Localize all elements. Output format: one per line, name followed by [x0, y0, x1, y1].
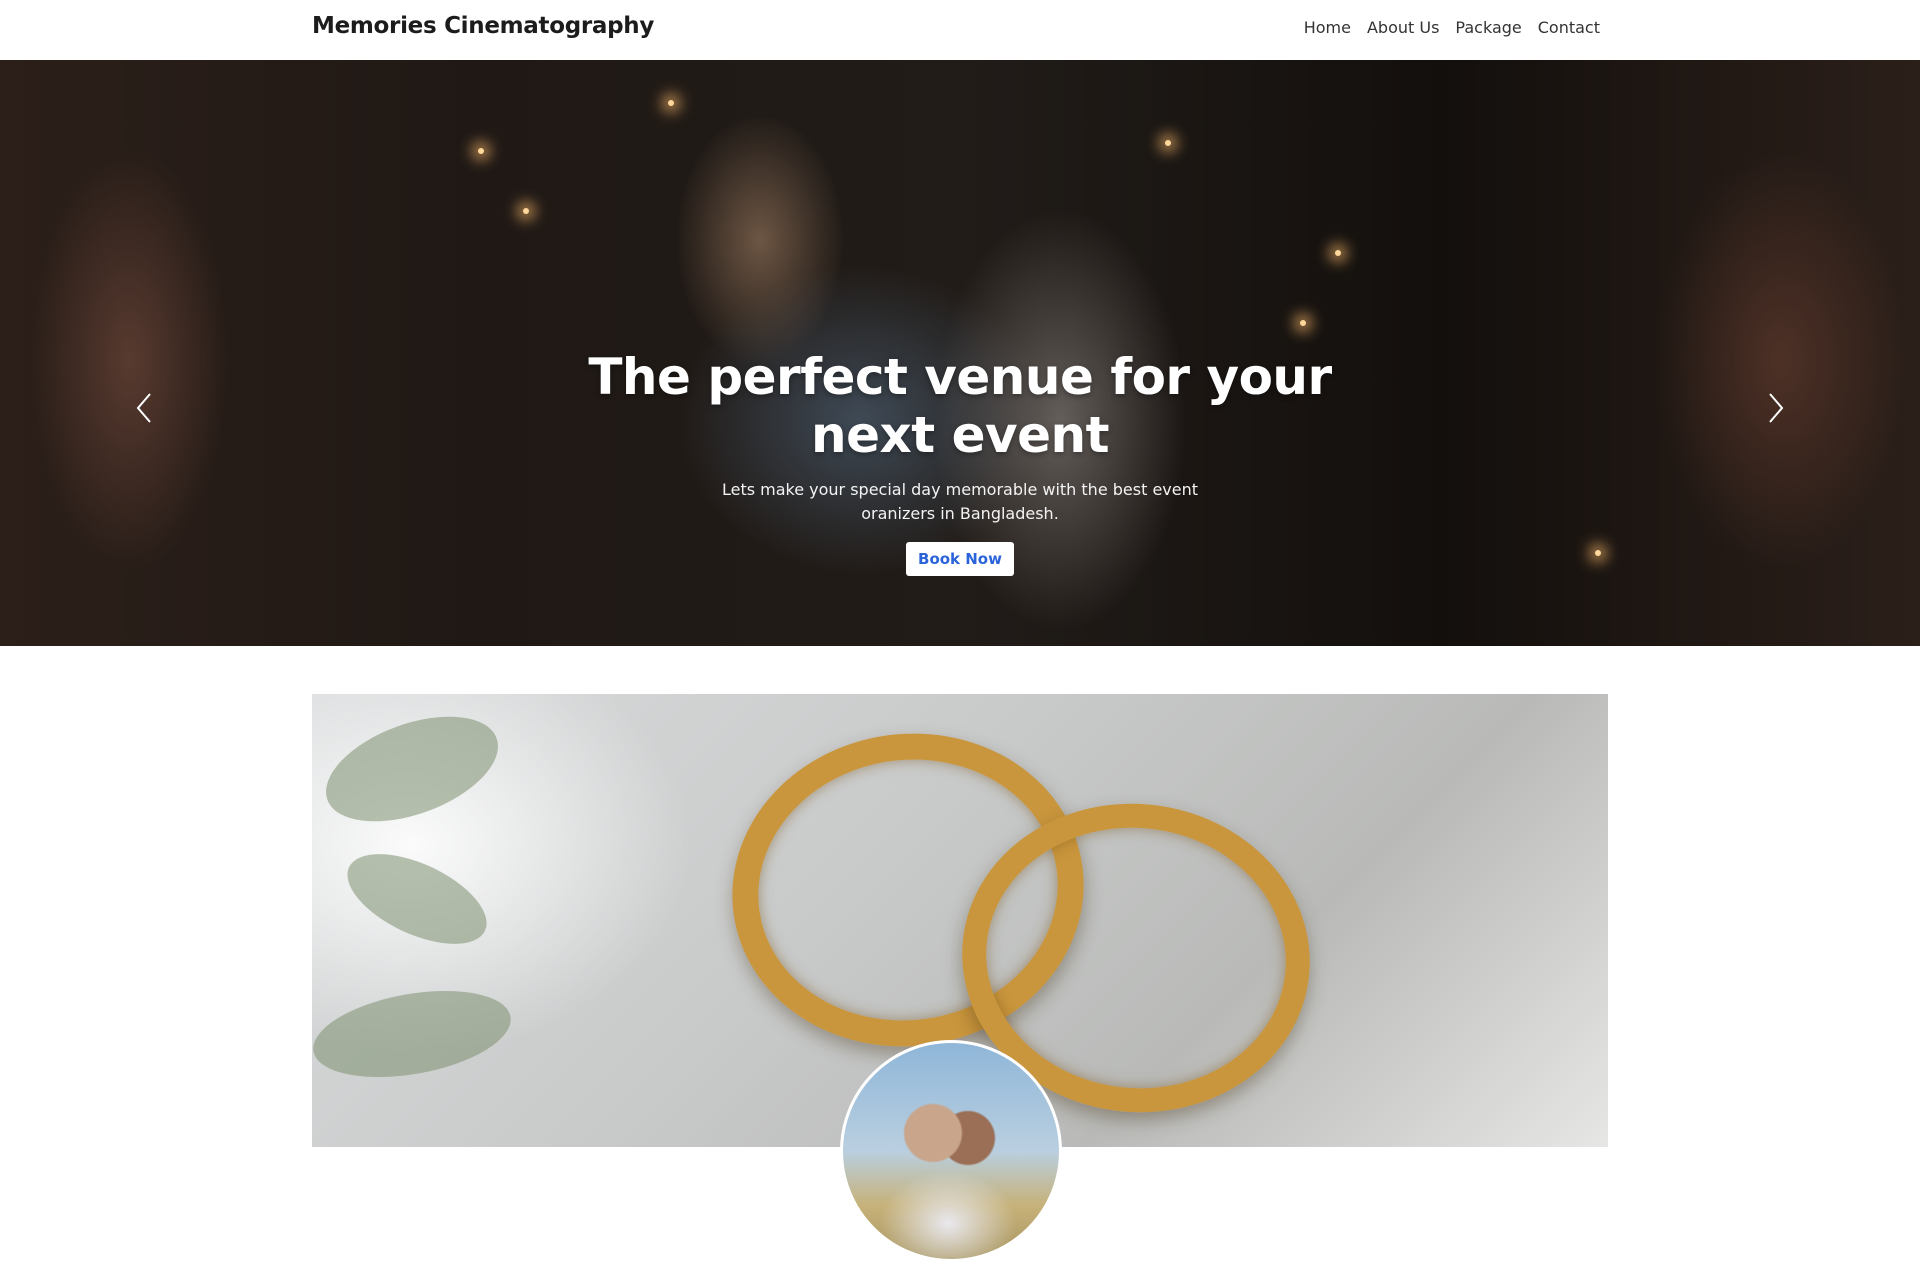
chevron-left-icon [136, 393, 151, 423]
leaf-decoration [334, 835, 500, 963]
hero-carousel: The perfect venue for your next event Le… [0, 60, 1920, 646]
sparkle-decoration [1335, 250, 1341, 256]
book-now-button[interactable]: Book Now [906, 542, 1014, 576]
sparkle-decoration [668, 100, 674, 106]
brand-logo[interactable]: Memories Cinematography [312, 13, 654, 39]
nav-link-contact[interactable]: Contact [1538, 18, 1600, 37]
carousel-next-button[interactable] [1756, 378, 1796, 438]
nav-link-package[interactable]: Package [1455, 18, 1521, 37]
nav-link-home[interactable]: Home [1304, 18, 1351, 37]
sparkle-decoration [1595, 550, 1601, 556]
sparkle-decoration [478, 148, 484, 154]
sparkle-decoration [1165, 140, 1171, 146]
couple-avatar-image [840, 1040, 1062, 1262]
leaf-decoration [312, 977, 518, 1091]
carousel-prev-button[interactable] [124, 378, 164, 438]
navbar: Memories Cinematography Home About Us Pa… [0, 0, 1920, 60]
hero-title-line2: next event [811, 406, 1109, 464]
hero-title-line1: The perfect venue for your [588, 348, 1332, 406]
leaf-decoration [312, 695, 512, 843]
sparkle-decoration [523, 208, 529, 214]
hero-title: The perfect venue for your next event [560, 348, 1360, 464]
sparkle-decoration [1300, 320, 1306, 326]
nav-links: Home About Us Package Contact [1304, 18, 1600, 37]
hero-caption: The perfect venue for your next event Le… [560, 348, 1360, 576]
hero-subtitle: Lets make your special day memorable wit… [721, 480, 1199, 523]
chevron-right-icon [1769, 393, 1784, 423]
nav-link-about-us[interactable]: About Us [1367, 18, 1439, 37]
